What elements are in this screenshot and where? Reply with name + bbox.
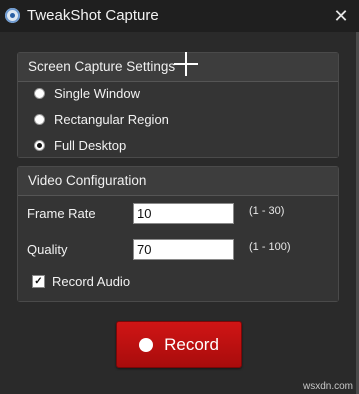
watermark-text: wsxdn.com bbox=[302, 381, 353, 392]
radio-button[interactable] bbox=[34, 88, 45, 99]
radio-label: Rectangular Region bbox=[54, 112, 169, 127]
record-dot-icon bbox=[139, 337, 154, 352]
radio-rectangular-region[interactable]: Rectangular Region bbox=[34, 112, 169, 127]
quality-input[interactable] bbox=[133, 239, 234, 260]
radio-button-selected[interactable] bbox=[34, 140, 45, 151]
radio-single-window[interactable]: Single Window bbox=[34, 86, 140, 101]
radio-label: Single Window bbox=[54, 86, 140, 101]
record-audio-checkbox[interactable]: ✓ bbox=[32, 275, 45, 288]
record-audio-checkbox-row[interactable]: ✓ Record Audio bbox=[32, 274, 130, 289]
frame-rate-label: Frame Rate bbox=[27, 206, 96, 221]
radio-label: Full Desktop bbox=[54, 138, 127, 153]
window-title: TweakShot Capture bbox=[27, 7, 159, 24]
crosshair-cursor-icon bbox=[174, 52, 198, 76]
quality-label: Quality bbox=[27, 242, 68, 257]
app-icon bbox=[5, 8, 20, 23]
frame-rate-range: (1 - 30) bbox=[249, 205, 285, 217]
video-configuration-header: Video Configuration bbox=[18, 167, 338, 196]
quality-range: (1 - 100) bbox=[249, 241, 291, 253]
record-button[interactable]: Record bbox=[116, 321, 242, 368]
record-button-label: Record bbox=[164, 334, 219, 354]
title-bar: TweakShot Capture ✕ bbox=[0, 0, 359, 32]
radio-full-desktop[interactable]: Full Desktop bbox=[34, 138, 126, 153]
capture-window: TweakShot Capture ✕ Screen Capture Setti… bbox=[0, 0, 359, 394]
record-audio-label: Record Audio bbox=[52, 274, 131, 289]
frame-rate-input[interactable] bbox=[133, 203, 234, 224]
radio-button[interactable] bbox=[34, 114, 45, 125]
close-button[interactable]: ✕ bbox=[323, 0, 359, 32]
video-configuration-group: Video Configuration Frame Rate (1 - 30) … bbox=[17, 166, 339, 302]
